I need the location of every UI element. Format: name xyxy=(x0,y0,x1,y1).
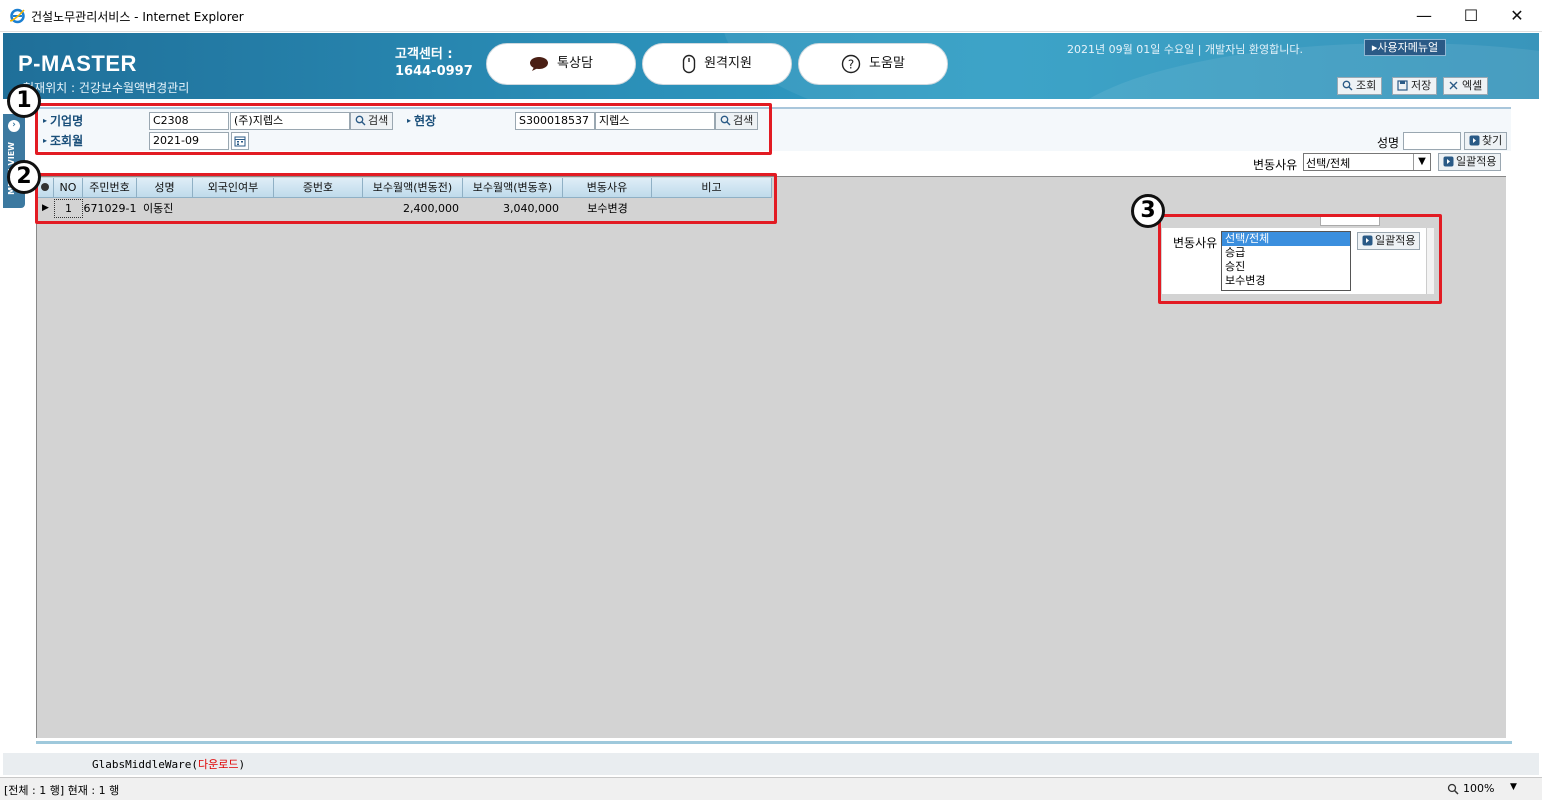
window-titlebar: 건설노무관리서비스 - Internet Explorer — ☐ ✕ xyxy=(0,0,1542,32)
current-location: 현재위치 : 건강보수월액변경관리 xyxy=(23,81,190,95)
remote-support-label: 원격지원 xyxy=(704,56,752,71)
find-label: 찾기 xyxy=(1482,134,1503,147)
annotation-box-3 xyxy=(1158,214,1442,304)
chevron-down-icon: ▼ xyxy=(1413,154,1430,170)
annotation-badge-2: 2 xyxy=(7,160,41,194)
reason-select[interactable]: 선택/전체 ▼ xyxy=(1303,153,1431,171)
zoom-icon xyxy=(1447,783,1459,795)
app-logo[interactable]: P-MASTER xyxy=(18,51,137,77)
bulk-apply-button[interactable]: 일괄적용 xyxy=(1438,153,1502,171)
bulk-apply-label: 일괄적용 xyxy=(1456,155,1497,168)
talk-consult-button[interactable]: 톡상담 xyxy=(486,43,636,85)
remote-support-button[interactable]: 원격지원 xyxy=(642,43,792,85)
arrow-right-icon xyxy=(1469,135,1480,146)
zoom-level[interactable]: 100% xyxy=(1463,782,1494,795)
excel-action-label: 엑셀 xyxy=(1462,79,1483,92)
user-manual-button[interactable]: ▸사용자메뉴얼 xyxy=(1364,39,1446,56)
annotation-box-2 xyxy=(35,173,777,224)
middleware-download-link[interactable]: 다운로드 xyxy=(198,758,238,771)
save-action-label: 저장 xyxy=(1411,79,1432,92)
find-button[interactable]: 찾기 xyxy=(1464,132,1508,150)
name-label: 성명 xyxy=(1377,136,1400,150)
reason-select-value: 선택/전체 xyxy=(1306,157,1351,170)
annotation-badge-3: 3 xyxy=(1131,194,1165,228)
save-icon xyxy=(1397,80,1408,91)
name-input[interactable] xyxy=(1403,132,1461,150)
customer-center: 고객센터 : 1644-0997 xyxy=(395,46,473,80)
search-action-label: 조회 xyxy=(1356,79,1377,92)
chevron-right-icon: › xyxy=(8,120,20,132)
reason-label: 변동사유 xyxy=(1253,158,1298,172)
question-circle-icon: ? xyxy=(841,54,861,73)
app-header: P-MASTER 현재위치 : 건강보수월액변경관리 고객센터 : 1644-0… xyxy=(3,33,1539,99)
save-action-button[interactable]: 저장 xyxy=(1392,77,1438,95)
annotation-box-1 xyxy=(35,103,772,155)
status-bar: [전체 : 1 행] 현재 : 1 행 100% ▼ xyxy=(0,777,1542,800)
middleware-label: GlabsMiddleWare( xyxy=(92,758,198,771)
excel-action-button[interactable]: 엑셀 xyxy=(1443,77,1489,95)
minimize-button[interactable]: — xyxy=(1401,0,1447,31)
customer-center-label: 고객센터 : xyxy=(395,47,453,62)
excel-icon xyxy=(1449,81,1458,90)
grid-bottom-border xyxy=(36,741,1512,744)
magnifier-icon xyxy=(1342,80,1353,91)
internet-explorer-icon xyxy=(9,8,25,24)
talk-consult-label: 톡상담 xyxy=(557,56,593,71)
customer-center-phone: 1644-0997 xyxy=(395,64,473,79)
window-title: 건설노무관리서비스 - Internet Explorer xyxy=(31,10,244,24)
svg-text:?: ? xyxy=(848,57,854,71)
annotation-badge-1: 1 xyxy=(7,84,41,118)
row-count-status: [전체 : 1 행] 현재 : 1 행 xyxy=(4,784,120,797)
chat-bubble-icon xyxy=(530,56,549,71)
maximize-button[interactable]: ☐ xyxy=(1448,0,1494,31)
search-action-button[interactable]: 조회 xyxy=(1337,77,1383,95)
close-button[interactable]: ✕ xyxy=(1494,0,1540,31)
mouse-icon xyxy=(682,54,696,73)
arrow-right-icon xyxy=(1443,156,1454,167)
middleware-text: GlabsMiddleWare(다운로드) xyxy=(92,756,245,772)
welcome-text: 2021년 09월 01일 수요일 | 개발자님 환영합니다. xyxy=(1067,43,1303,56)
middleware-close-paren: ) xyxy=(238,758,246,771)
help-label: 도움말 xyxy=(869,56,905,71)
zoom-dropdown-icon[interactable]: ▼ xyxy=(1510,782,1517,792)
help-button[interactable]: ? 도움말 xyxy=(798,43,948,85)
